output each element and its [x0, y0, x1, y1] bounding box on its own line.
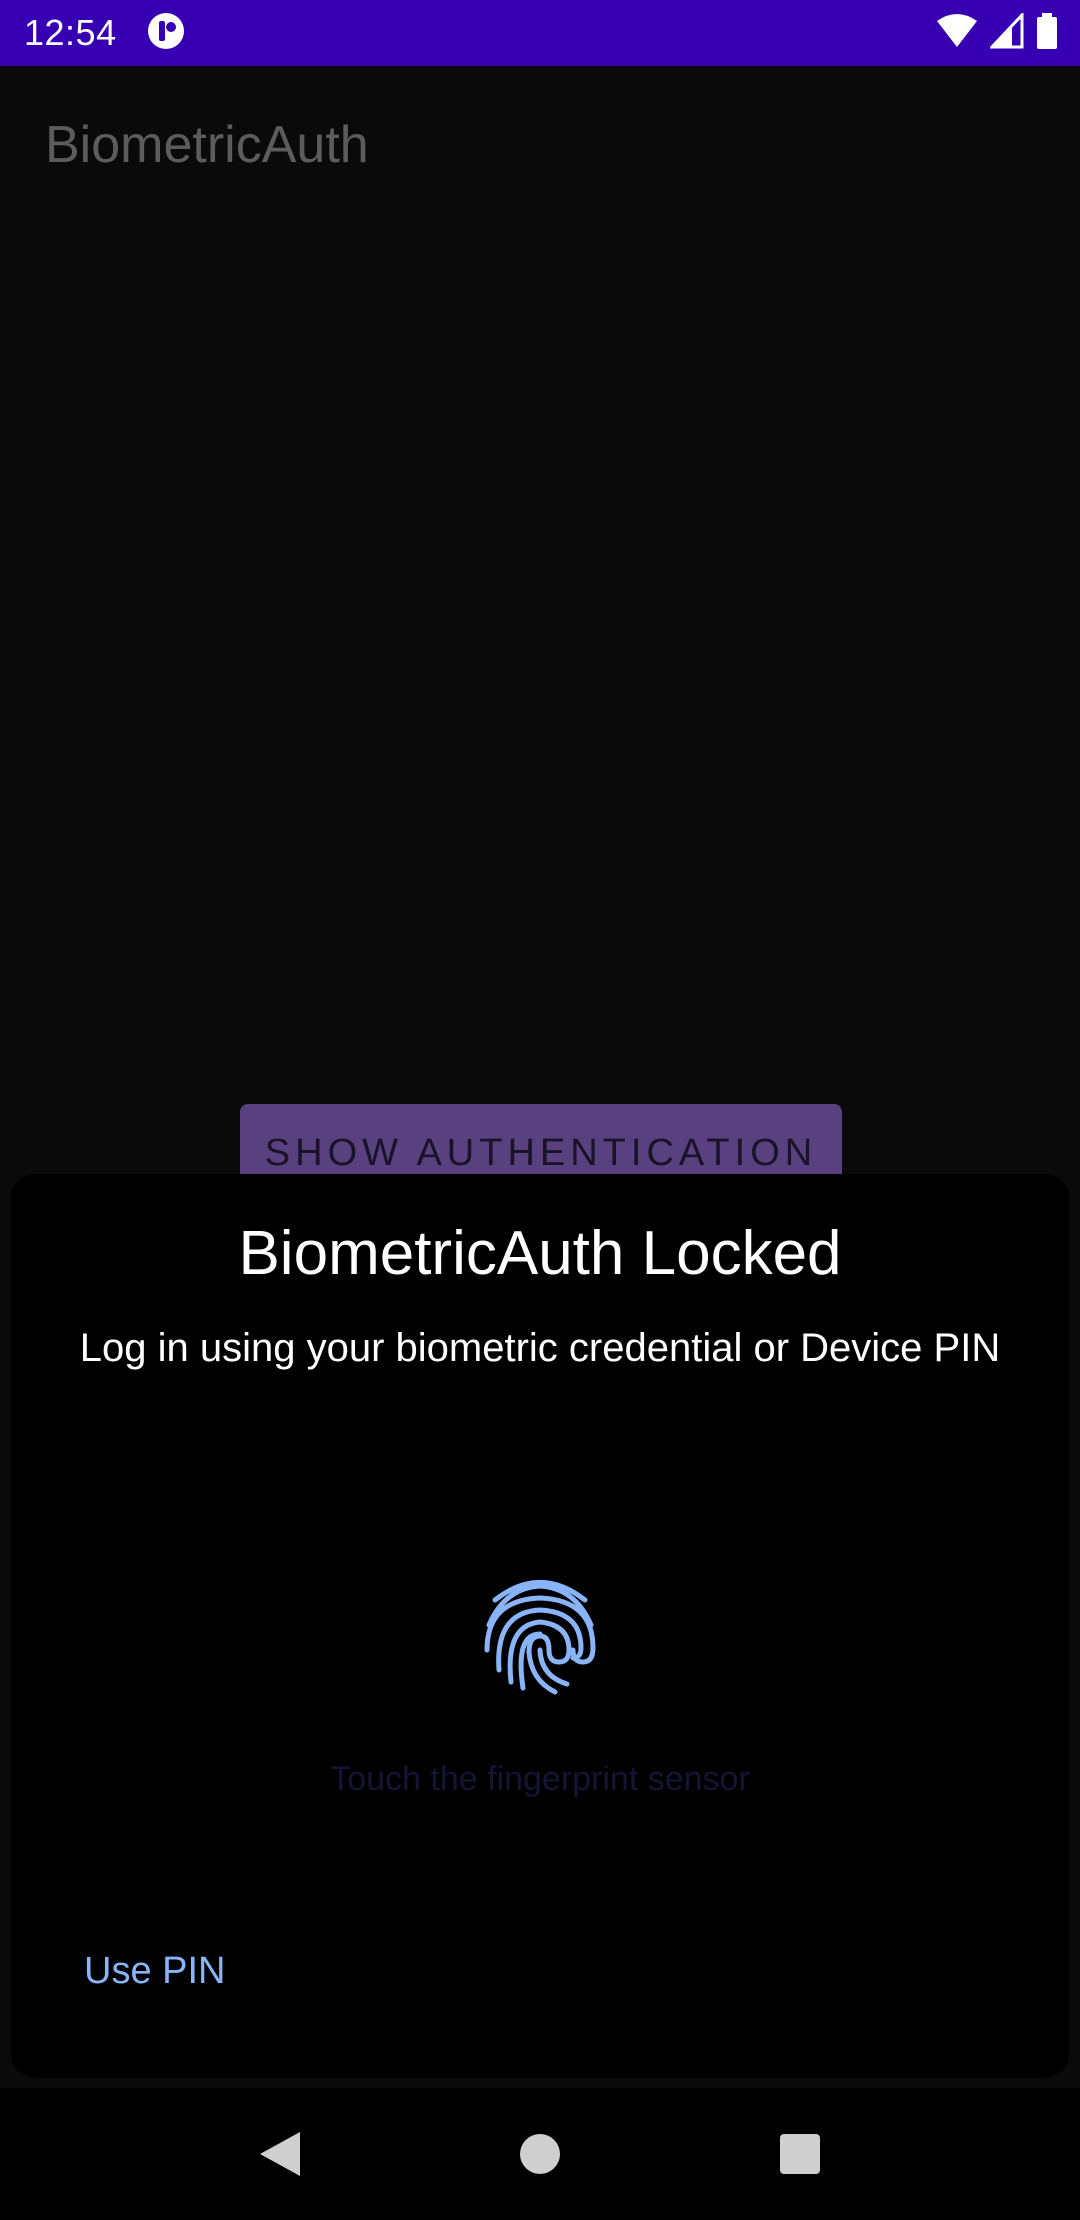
fingerprint-hint: Touch the fingerprint sensor — [330, 1760, 750, 1798]
battery-icon — [1036, 12, 1058, 54]
notification-app-icon — [147, 12, 185, 55]
biometric-prompt-sheet: BiometricAuth Locked Log in using your b… — [11, 1174, 1069, 2078]
app-title: BiometricAuth — [45, 116, 369, 174]
dialog-title: BiometricAuth Locked — [238, 1219, 842, 1288]
dialog-subtitle: Log in using your biometric credential o… — [79, 1326, 1001, 1370]
back-icon[interactable] — [250, 2124, 310, 2184]
signal-icon — [988, 10, 1024, 54]
status-right — [936, 10, 1058, 54]
status-left: 12:54 — [24, 12, 185, 55]
status-time: 12:54 — [24, 12, 117, 53]
navigation-bar — [0, 2088, 1080, 2220]
wifi-icon — [936, 13, 978, 54]
screen: 12:54 BiometricAuth SHOW AUTHENTICATION … — [0, 0, 1080, 2220]
use-pin-button[interactable]: Use PIN — [84, 1950, 225, 1993]
recents-icon[interactable] — [770, 2124, 830, 2184]
fingerprint-icon — [475, 1570, 605, 1700]
home-icon[interactable] — [510, 2124, 570, 2184]
status-bar: 12:54 — [0, 0, 1080, 66]
